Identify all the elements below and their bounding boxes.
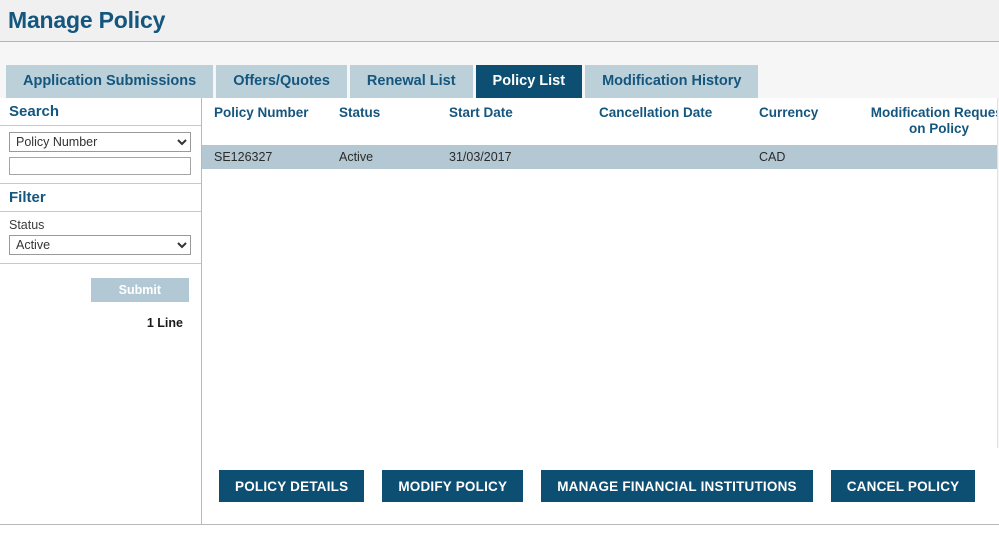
filter-panel-heading: Filter [0, 184, 201, 212]
cell-status: Active [339, 145, 449, 169]
column-header-currency[interactable]: Currency [759, 98, 864, 146]
tab-strip-spacer [0, 42, 999, 65]
sidebar: Search Policy Number Filter Status Activ… [0, 98, 202, 525]
line-count-label: 1 Line [146, 316, 183, 330]
column-header-cancellation-date[interactable]: Cancellation Date [599, 98, 759, 146]
policy-table-header-row: Policy Number Status Start Date Cancella… [202, 98, 999, 146]
search-panel: Policy Number [0, 126, 201, 184]
policy-table: Policy Number Status Start Date Cancella… [202, 98, 999, 169]
filter-panel: Status Active [0, 212, 201, 264]
column-header-status[interactable]: Status [339, 98, 449, 146]
cell-policy-number: SE126327 [202, 145, 339, 169]
modify-policy-button[interactable]: MODIFY POLICY [382, 470, 524, 502]
search-criteria-select[interactable]: Policy Number [9, 132, 191, 152]
column-header-modification-request[interactable]: Modification Request on Policy [864, 98, 999, 146]
table-scroll-region: Policy Number Status Start Date Cancella… [202, 98, 999, 448]
cell-start-date: 31/03/2017 [449, 145, 599, 169]
column-header-start-date[interactable]: Start Date [449, 98, 599, 146]
cell-cancellation-date [599, 145, 759, 169]
submit-button[interactable]: Submit [90, 278, 189, 302]
column-header-policy-number[interactable]: Policy Number [202, 98, 339, 146]
page-title: Manage Policy [8, 7, 166, 33]
manage-financial-institutions-button[interactable]: MANAGE FINANCIAL INSTITUTIONS [541, 470, 813, 502]
policy-details-button[interactable]: POLICY DETAILS [219, 470, 365, 502]
action-bar: POLICY DETAILS MODIFY POLICY MANAGE FINANC… [202, 448, 999, 524]
tab-renewal-list[interactable]: Renewal List [349, 65, 473, 98]
tab-modification-history[interactable]: Modification History [585, 65, 759, 98]
search-panel-heading: Search [0, 98, 201, 126]
table-row[interactable]: SE126327 Active 31/03/2017 CAD [202, 145, 999, 169]
tab-application-submissions[interactable]: Application Submissions [6, 65, 214, 98]
page-header: Manage Policy [0, 0, 999, 42]
policy-table-body: SE126327 Active 31/03/2017 CAD [202, 145, 999, 169]
content-area: Policy Number Status Start Date Cancella… [202, 98, 999, 525]
tab-bar: Application Submissions Offers/Quotes Rene… [0, 65, 999, 98]
search-input[interactable] [9, 157, 191, 175]
policy-table-header: Policy Number Status Start Date Cancella… [202, 98, 999, 146]
submit-area: Submit [0, 264, 201, 302]
tab-offers-quotes[interactable]: Offers/Quotes [216, 65, 347, 98]
cell-currency: CAD [759, 145, 864, 169]
cancel-policy-button[interactable]: CANCEL POLICY [830, 470, 976, 502]
status-field-label: Status [9, 218, 45, 232]
cell-modification-request [864, 145, 999, 169]
status-filter-select[interactable]: Active [9, 235, 191, 255]
body-area: Search Policy Number Filter Status Activ… [0, 98, 999, 533]
tab-policy-list[interactable]: Policy List [475, 65, 583, 98]
